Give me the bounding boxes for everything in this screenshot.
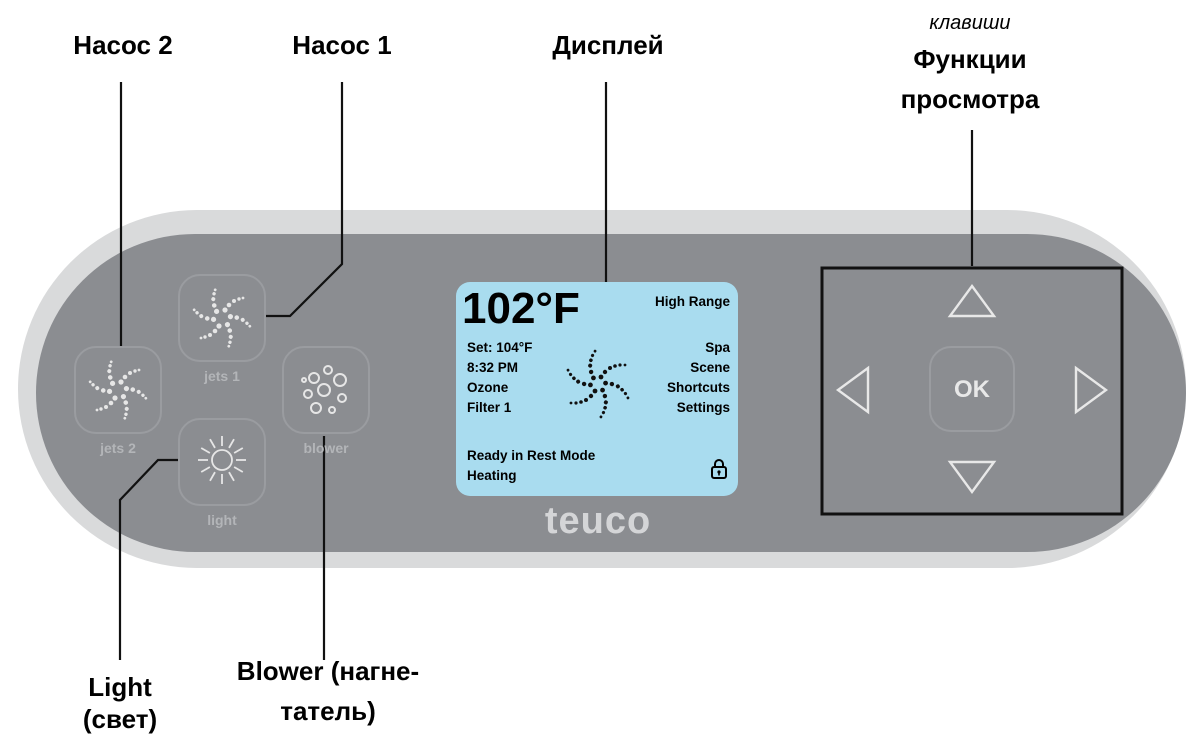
arrow-down-icon[interactable] <box>946 458 998 496</box>
ozone-status: Ozone <box>467 380 509 395</box>
jets-1-button[interactable] <box>178 274 266 362</box>
callout-keys: клавиши <box>929 12 1011 34</box>
jets-swirl-icon <box>192 287 252 349</box>
lcd-display: 102°F High Range Set: 104°F 8:32 PM Ozon… <box>456 282 738 496</box>
range-label: High Range <box>654 294 730 309</box>
callout-pump-1: Насос 1 <box>292 30 392 60</box>
light-label: light <box>207 512 237 528</box>
callout-blower-2: татель) <box>280 696 376 726</box>
callout-view-functions-1: Функции <box>913 44 1027 74</box>
ok-button[interactable]: OK <box>929 346 1015 432</box>
menu-settings[interactable]: Settings <box>677 400 730 415</box>
blower-label: blower <box>303 440 349 456</box>
arrow-right-icon[interactable] <box>1072 364 1110 416</box>
light-button[interactable] <box>178 418 266 506</box>
temperature-readout: 102°F <box>462 284 580 333</box>
bubbles-icon <box>301 365 347 414</box>
arrow-up-icon[interactable] <box>946 282 998 320</box>
jets-swirl-icon <box>565 349 631 419</box>
jets-2-button[interactable] <box>74 346 162 434</box>
callout-light-2: (свет) <box>82 704 158 734</box>
brand-logo: teuco <box>544 500 652 542</box>
sun-icon <box>197 436 247 485</box>
ok-label: OK <box>954 376 990 403</box>
callout-display: Дисплей <box>552 30 664 60</box>
clock: 8:32 PM <box>467 360 519 375</box>
lock-icon <box>711 459 727 479</box>
filter-status: Filter 1 <box>467 400 512 415</box>
status-line-1: Ready in Rest Mode <box>467 448 596 463</box>
menu-shortcuts[interactable]: Shortcuts <box>667 380 730 395</box>
status-line-2: Heating <box>467 468 517 483</box>
menu-scene[interactable]: Scene <box>690 360 730 375</box>
menu-spa[interactable]: Spa <box>705 340 730 355</box>
jets-2-label: jets 2 <box>100 440 136 456</box>
callout-view-functions-2: просмотра <box>900 84 1040 114</box>
callout-pump-2: Насос 2 <box>73 30 173 60</box>
blower-button[interactable] <box>282 346 370 434</box>
callout-blower-1: Blower (нагне- <box>236 656 420 686</box>
callout-light-1: Light <box>88 672 152 702</box>
jets-1-label: jets 1 <box>204 368 240 384</box>
jets-swirl-icon <box>88 359 148 421</box>
arrow-left-icon[interactable] <box>834 364 872 416</box>
set-temp: Set: 104°F <box>467 340 533 355</box>
